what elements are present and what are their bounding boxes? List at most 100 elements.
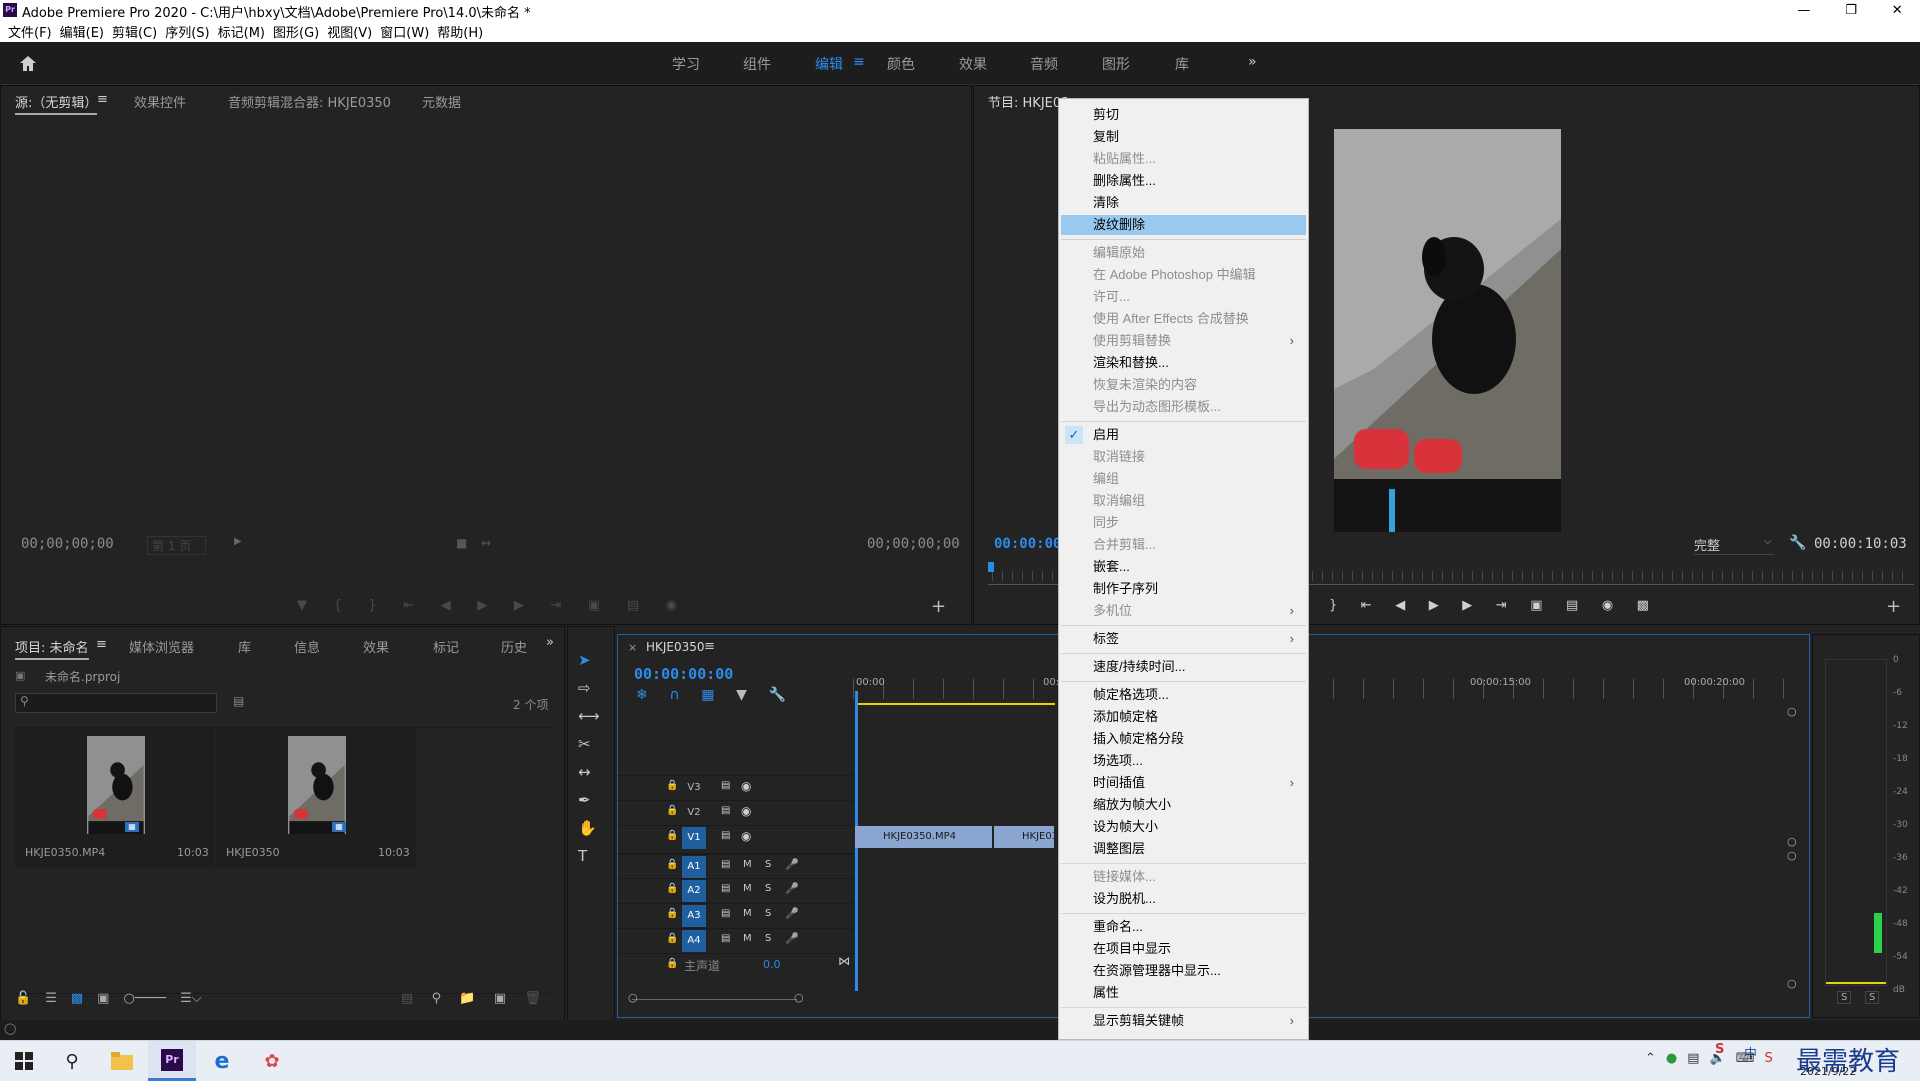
step-back-icon[interactable]: ◀ — [441, 598, 451, 613]
context-menu-item[interactable]: 删除属性... — [1061, 171, 1306, 191]
timeline-timecode[interactable]: 00:00:00:00 — [634, 665, 733, 683]
menu-sequence[interactable]: 序列(S) — [165, 22, 209, 41]
sync-lock-icon[interactable]: ▤ — [721, 908, 730, 919]
program-add-button-icon[interactable]: + — [1886, 596, 1901, 617]
step-forward-icon[interactable]: ▶ — [514, 598, 524, 613]
voiceover-mic-icon[interactable]: 🎤 — [785, 932, 799, 945]
workspace-color[interactable]: 颜色 — [887, 54, 915, 74]
tab-project[interactable]: 项目: 未命名 — [15, 637, 89, 660]
ripple-edit-tool-icon[interactable]: ⟷ — [578, 707, 600, 725]
close-icon[interactable]: ✕ — [1892, 3, 1903, 18]
context-menu-item[interactable]: 插入帧定格分段 — [1061, 729, 1306, 749]
volume-icon[interactable]: 🔈 — [1710, 1051, 1726, 1066]
master-volume[interactable]: 0.0 — [763, 958, 781, 971]
track-select-tool-icon[interactable]: ⇨ — [578, 679, 600, 697]
audio-scroll-handle-icon[interactable]: ○ — [1787, 977, 1797, 990]
context-menu-item[interactable]: 制作子序列 — [1061, 579, 1306, 599]
razor-tool-icon[interactable]: ✂ — [578, 735, 600, 753]
project-menu-icon[interactable]: ≡ — [96, 637, 107, 652]
new-item-icon[interactable]: ▣ — [494, 991, 506, 1006]
search-taskbar-icon[interactable]: ⚲ — [48, 1041, 96, 1081]
start-button[interactable] — [0, 1041, 48, 1081]
workspace-menu-icon[interactable]: ≡ — [853, 54, 865, 70]
minimize-icon[interactable]: — — [1797, 3, 1810, 18]
lock-track-icon[interactable]: 🔒 — [666, 958, 678, 969]
go-to-in-icon[interactable]: ⇤ — [403, 598, 414, 613]
freeform-view-icon[interactable]: ▣ — [97, 991, 109, 1006]
context-menu-item[interactable]: 标签 › — [1061, 629, 1306, 649]
lock-track-icon[interactable]: 🔒 — [666, 805, 678, 816]
tray-input-icon[interactable]: ⌨ — [1736, 1051, 1755, 1066]
sync-lock-icon[interactable]: ▤ — [721, 780, 730, 791]
play-icon[interactable]: ▶ — [477, 598, 487, 613]
nest-icon[interactable]: ❄ — [636, 687, 648, 703]
context-menu-item[interactable]: 显示剪辑关键帧 › — [1061, 1011, 1306, 1031]
context-menu-item[interactable]: 缩放为帧大小 — [1061, 795, 1306, 815]
project-search-input[interactable]: ⚲ — [15, 693, 217, 713]
tab-sequence[interactable]: HKJE0350 — [646, 640, 705, 654]
video-scroll-handle-icon[interactable]: ○ — [1787, 835, 1797, 848]
menu-clip[interactable]: 剪辑(C) — [112, 22, 157, 41]
solo-button[interactable]: S — [765, 859, 771, 870]
program-step-forward-icon[interactable]: ▶ — [1462, 598, 1472, 613]
premiere-taskbar-button[interactable]: Pr — [148, 1041, 196, 1081]
automate-icon[interactable]: ▤ — [401, 991, 413, 1006]
network-icon[interactable]: ▤ — [1687, 1051, 1699, 1066]
menu-graphics[interactable]: 图形(G) — [273, 22, 319, 41]
program-playhead[interactable] — [988, 562, 994, 572]
page-next-icon[interactable]: ▶ — [234, 536, 242, 547]
tab-media-browser[interactable]: 媒体浏览器 — [129, 637, 194, 656]
more-panels-icon[interactable]: » — [546, 635, 554, 650]
voiceover-mic-icon[interactable]: 🎤 — [785, 858, 799, 871]
paint-app-icon[interactable]: ✿ — [248, 1041, 296, 1081]
timeline-zoom-scrollbar[interactable] — [632, 999, 797, 1000]
source-zoom-icon[interactable]: ↔ — [481, 536, 491, 550]
menu-edit[interactable]: 编辑(E) — [60, 22, 104, 41]
sync-lock-icon[interactable]: ▤ — [721, 859, 730, 870]
source-add-button-icon[interactable]: + — [931, 596, 946, 617]
linked-selection-icon[interactable]: ▦ — [701, 687, 714, 703]
program-export-frame-icon[interactable]: ◉ — [1602, 598, 1613, 613]
eye-icon[interactable]: ◉ — [741, 829, 751, 843]
sync-lock-icon[interactable]: ▤ — [721, 883, 730, 894]
source-settings-icon[interactable]: ■ — [456, 536, 467, 550]
workspace-libraries[interactable]: 库 — [1175, 54, 1189, 74]
program-go-to-in-icon[interactable]: ⇤ — [1361, 598, 1372, 613]
go-to-out-icon[interactable]: ⇥ — [550, 598, 561, 613]
sequence-menu-icon[interactable]: ≡ — [704, 639, 715, 654]
workspace-assembly[interactable]: 组件 — [743, 54, 771, 74]
track-label[interactable]: A1 — [682, 856, 706, 878]
selection-tool-icon[interactable]: ➤ — [578, 651, 600, 669]
timeline-clip[interactable]: HKJE0350.MP4 — [855, 826, 992, 848]
context-menu-item[interactable]: 波纹删除 — [1061, 215, 1306, 235]
tab-effects[interactable]: 效果 — [363, 637, 389, 656]
pen-tool-icon[interactable]: ✒ — [578, 791, 600, 809]
slip-tool-icon[interactable]: ↔ — [578, 763, 600, 781]
timeline-settings-icon[interactable]: 🔧 — [769, 687, 786, 703]
track-label[interactable]: A2 — [682, 880, 706, 902]
file-explorer-icon[interactable] — [98, 1041, 146, 1081]
mute-button[interactable]: M — [743, 933, 752, 944]
meter-solo-left[interactable]: S — [1837, 991, 1852, 1004]
context-menu-item[interactable]: 设为帧大小 — [1061, 817, 1306, 837]
source-page-select[interactable]: 第 1 页 — [147, 536, 207, 555]
context-menu-item[interactable]: 清除 — [1061, 193, 1306, 213]
context-menu-item[interactable]: 添加帧定格 — [1061, 707, 1306, 727]
workspace-editing[interactable]: 编辑 — [815, 54, 843, 74]
export-frame-icon[interactable]: ◉ — [666, 598, 677, 613]
tab-markers[interactable]: 标记 — [433, 637, 459, 656]
context-menu-item[interactable]: 在资源管理器中显示... — [1061, 961, 1306, 981]
workspace-learn[interactable]: 学习 — [672, 54, 700, 74]
context-menu-item[interactable]: 帧定格选项... — [1061, 685, 1306, 705]
more-workspaces-icon[interactable]: » — [1248, 54, 1257, 70]
project-item[interactable]: ▦ HKJE0350 10:03 — [216, 728, 416, 868]
work-area-bar[interactable] — [855, 703, 1055, 705]
restore-icon[interactable]: ❐ — [1845, 3, 1857, 18]
track-label[interactable]: A3 — [682, 905, 706, 927]
mute-button[interactable]: M — [743, 908, 752, 919]
mute-button[interactable]: M — [743, 883, 752, 894]
tab-libraries[interactable]: 库 — [238, 637, 251, 656]
program-go-to-out-icon[interactable]: ⇥ — [1496, 598, 1507, 613]
workspace-graphics[interactable]: 图形 — [1102, 54, 1130, 74]
menu-marker[interactable]: 标记(M) — [218, 22, 265, 41]
